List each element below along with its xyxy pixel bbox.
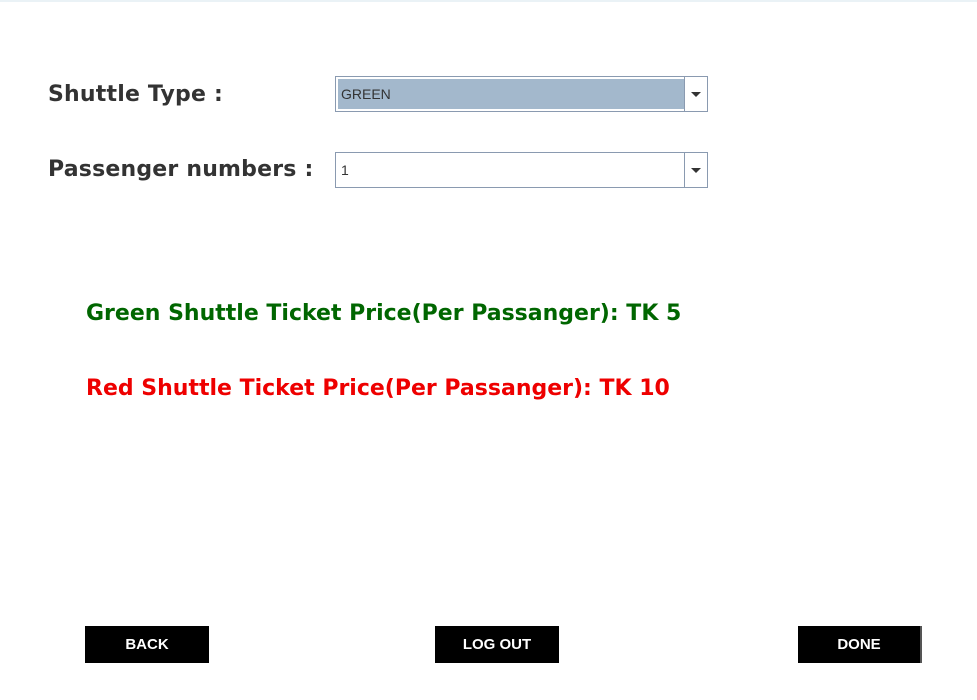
passenger-numbers-selected-value[interactable]: 1 — [338, 155, 684, 185]
shuttle-type-dropdown-button[interactable] — [684, 77, 707, 111]
passenger-numbers-dropdown[interactable]: 1 — [335, 152, 708, 188]
shuttle-type-label: Shuttle Type : — [48, 82, 223, 107]
window-top-border — [0, 0, 977, 2]
shuttle-type-dropdown[interactable]: GREEN — [335, 76, 708, 112]
passenger-numbers-label: Passenger numbers : — [48, 157, 314, 182]
passenger-numbers-dropdown-button[interactable] — [684, 153, 707, 187]
back-button[interactable]: BACK — [85, 626, 209, 663]
shuttle-type-selected-value[interactable]: GREEN — [338, 79, 684, 109]
done-button[interactable]: DONE — [798, 626, 922, 663]
green-shuttle-price-text: Green Shuttle Ticket Price(Per Passanger… — [86, 301, 682, 326]
chevron-down-icon — [691, 92, 701, 97]
chevron-down-icon — [691, 168, 701, 173]
logout-button[interactable]: LOG OUT — [435, 626, 559, 663]
red-shuttle-price-text: Red Shuttle Ticket Price(Per Passanger):… — [86, 376, 670, 401]
